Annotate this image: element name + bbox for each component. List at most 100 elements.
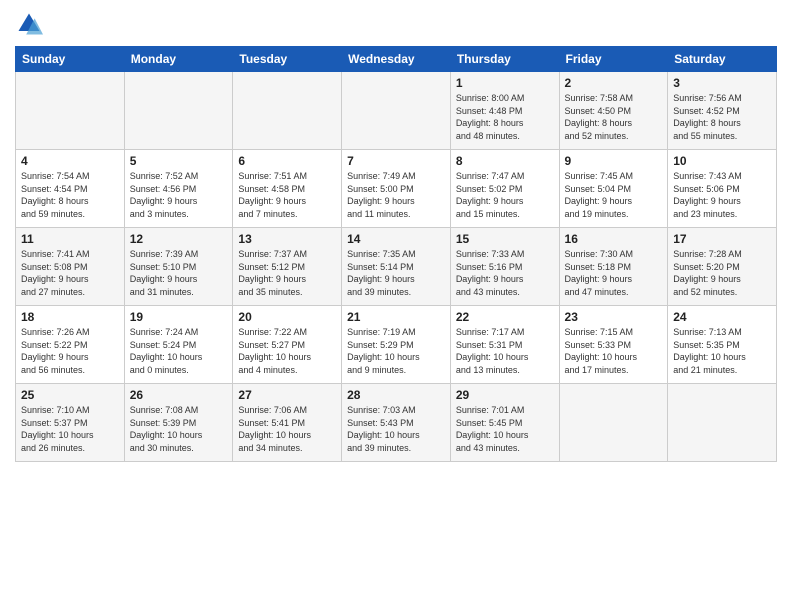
- calendar-cell: 8 Sunrise: 7:47 AM Sunset: 5:02 PM Daylig…: [450, 150, 559, 228]
- day-info: Sunrise: 7:08 AM Sunset: 5:39 PM Dayligh…: [130, 404, 228, 454]
- day-number: 22: [456, 310, 554, 324]
- day-info: Sunrise: 8:00 AM Sunset: 4:48 PM Dayligh…: [456, 92, 554, 142]
- day-info: Sunrise: 7:22 AM Sunset: 5:27 PM Dayligh…: [238, 326, 336, 376]
- day-info: Sunrise: 7:28 AM Sunset: 5:20 PM Dayligh…: [673, 248, 771, 298]
- day-info: Sunrise: 7:54 AM Sunset: 4:54 PM Dayligh…: [21, 170, 119, 220]
- calendar-week-2: 11 Sunrise: 7:41 AM Sunset: 5:08 PM Dayli…: [16, 228, 777, 306]
- calendar-cell: 5Sunrise: 7:52 AM Sunset: 4:56 PM Daylig…: [124, 150, 233, 228]
- day-number: 28: [347, 388, 445, 402]
- calendar-header: SundayMondayTuesdayWednesdayThursdayFrid…: [16, 47, 777, 72]
- calendar-week-4: 25 Sunrise: 7:10 AM Sunset: 5:37 PM Dayli…: [16, 384, 777, 462]
- header-day-thursday: Thursday: [450, 47, 559, 72]
- day-info: Sunrise: 7:35 AM Sunset: 5:14 PM Dayligh…: [347, 248, 445, 298]
- calendar-cell: [124, 72, 233, 150]
- day-info: Sunrise: 7:24 AM Sunset: 5:24 PM Dayligh…: [130, 326, 228, 376]
- header-day-wednesday: Wednesday: [342, 47, 451, 72]
- header-day-monday: Monday: [124, 47, 233, 72]
- day-info: Sunrise: 7:39 AM Sunset: 5:10 PM Dayligh…: [130, 248, 228, 298]
- day-number: 25: [21, 388, 119, 402]
- day-number: 26: [130, 388, 228, 402]
- calendar-cell: 21Sunrise: 7:19 AM Sunset: 5:29 PM Dayli…: [342, 306, 451, 384]
- calendar-cell: 28 Sunrise: 7:03 AM Sunset: 5:43 PM Dayli…: [342, 384, 451, 462]
- day-number: 10: [673, 154, 771, 168]
- day-number: 11: [21, 232, 119, 246]
- day-info: Sunrise: 7:45 AM Sunset: 5:04 PM Dayligh…: [565, 170, 663, 220]
- day-number: 29: [456, 388, 554, 402]
- calendar-cell: 16 Sunrise: 7:30 AM Sunset: 5:18 PM Dayli…: [559, 228, 668, 306]
- day-info: Sunrise: 7:43 AM Sunset: 5:06 PM Dayligh…: [673, 170, 771, 220]
- calendar-cell: 22 Sunrise: 7:17 AM Sunset: 5:31 PM Dayli…: [450, 306, 559, 384]
- day-number: 19: [130, 310, 228, 324]
- day-number: 21: [347, 310, 445, 324]
- calendar-cell: 6 Sunrise: 7:51 AM Sunset: 4:58 PM Daylig…: [233, 150, 342, 228]
- calendar-cell: [16, 72, 125, 150]
- calendar-cell: 14 Sunrise: 7:35 AM Sunset: 5:14 PM Dayli…: [342, 228, 451, 306]
- calendar-cell: 12 Sunrise: 7:39 AM Sunset: 5:10 PM Dayli…: [124, 228, 233, 306]
- day-number: 14: [347, 232, 445, 246]
- day-number: 7: [347, 154, 445, 168]
- calendar-cell: 29 Sunrise: 7:01 AM Sunset: 5:45 PM Dayli…: [450, 384, 559, 462]
- calendar-cell: 1 Sunrise: 8:00 AM Sunset: 4:48 PM Daylig…: [450, 72, 559, 150]
- day-number: 12: [130, 232, 228, 246]
- day-info: Sunrise: 7:47 AM Sunset: 5:02 PM Dayligh…: [456, 170, 554, 220]
- day-number: 1: [456, 76, 554, 90]
- day-number: 17: [673, 232, 771, 246]
- calendar-cell: 20 Sunrise: 7:22 AM Sunset: 5:27 PM Dayli…: [233, 306, 342, 384]
- day-number: 13: [238, 232, 336, 246]
- day-number: 3: [673, 76, 771, 90]
- day-number: 24: [673, 310, 771, 324]
- calendar-cell: 11 Sunrise: 7:41 AM Sunset: 5:08 PM Dayli…: [16, 228, 125, 306]
- calendar-cell: 15 Sunrise: 7:33 AM Sunset: 5:16 PM Dayli…: [450, 228, 559, 306]
- calendar-cell: 25 Sunrise: 7:10 AM Sunset: 5:37 PM Dayli…: [16, 384, 125, 462]
- day-info: Sunrise: 7:30 AM Sunset: 5:18 PM Dayligh…: [565, 248, 663, 298]
- day-info: Sunrise: 7:10 AM Sunset: 5:37 PM Dayligh…: [21, 404, 119, 454]
- day-number: 4: [21, 154, 119, 168]
- day-number: 8: [456, 154, 554, 168]
- header-day-friday: Friday: [559, 47, 668, 72]
- day-number: 20: [238, 310, 336, 324]
- day-info: Sunrise: 7:37 AM Sunset: 5:12 PM Dayligh…: [238, 248, 336, 298]
- day-info: Sunrise: 7:17 AM Sunset: 5:31 PM Dayligh…: [456, 326, 554, 376]
- day-info: Sunrise: 7:01 AM Sunset: 5:45 PM Dayligh…: [456, 404, 554, 454]
- calendar-table: SundayMondayTuesdayWednesdayThursdayFrid…: [15, 46, 777, 462]
- day-number: 5: [130, 154, 228, 168]
- calendar-cell: 2Sunrise: 7:58 AM Sunset: 4:50 PM Daylig…: [559, 72, 668, 150]
- calendar-week-1: 4 Sunrise: 7:54 AM Sunset: 4:54 PM Daylig…: [16, 150, 777, 228]
- day-number: 18: [21, 310, 119, 324]
- calendar-cell: 7 Sunrise: 7:49 AM Sunset: 5:00 PM Daylig…: [342, 150, 451, 228]
- day-info: Sunrise: 7:15 AM Sunset: 5:33 PM Dayligh…: [565, 326, 663, 376]
- calendar-cell: 10 Sunrise: 7:43 AM Sunset: 5:06 PM Dayli…: [668, 150, 777, 228]
- day-number: 9: [565, 154, 663, 168]
- logo-icon: [15, 10, 43, 38]
- day-info: Sunrise: 7:03 AM Sunset: 5:43 PM Dayligh…: [347, 404, 445, 454]
- calendar-cell: [342, 72, 451, 150]
- header-row: SundayMondayTuesdayWednesdayThursdayFrid…: [16, 47, 777, 72]
- calendar-cell: [668, 384, 777, 462]
- day-info: Sunrise: 7:41 AM Sunset: 5:08 PM Dayligh…: [21, 248, 119, 298]
- day-info: Sunrise: 7:13 AM Sunset: 5:35 PM Dayligh…: [673, 326, 771, 376]
- day-info: Sunrise: 7:26 AM Sunset: 5:22 PM Dayligh…: [21, 326, 119, 376]
- calendar-cell: 18 Sunrise: 7:26 AM Sunset: 5:22 PM Dayli…: [16, 306, 125, 384]
- calendar-cell: 26 Sunrise: 7:08 AM Sunset: 5:39 PM Dayli…: [124, 384, 233, 462]
- day-info: Sunrise: 7:56 AM Sunset: 4:52 PM Dayligh…: [673, 92, 771, 142]
- calendar-cell: 24 Sunrise: 7:13 AM Sunset: 5:35 PM Dayli…: [668, 306, 777, 384]
- day-info: Sunrise: 7:58 AM Sunset: 4:50 PM Dayligh…: [565, 92, 663, 142]
- day-info: Sunrise: 7:06 AM Sunset: 5:41 PM Dayligh…: [238, 404, 336, 454]
- page-container: SundayMondayTuesdayWednesdayThursdayFrid…: [0, 0, 792, 467]
- calendar-cell: 13 Sunrise: 7:37 AM Sunset: 5:12 PM Dayli…: [233, 228, 342, 306]
- day-number: 27: [238, 388, 336, 402]
- day-number: 23: [565, 310, 663, 324]
- day-number: 6: [238, 154, 336, 168]
- day-number: 15: [456, 232, 554, 246]
- calendar-cell: 3 Sunrise: 7:56 AM Sunset: 4:52 PM Daylig…: [668, 72, 777, 150]
- day-info: Sunrise: 7:33 AM Sunset: 5:16 PM Dayligh…: [456, 248, 554, 298]
- calendar-cell: [559, 384, 668, 462]
- calendar-week-3: 18 Sunrise: 7:26 AM Sunset: 5:22 PM Dayli…: [16, 306, 777, 384]
- day-info: Sunrise: 7:49 AM Sunset: 5:00 PM Dayligh…: [347, 170, 445, 220]
- calendar-week-0: 1 Sunrise: 8:00 AM Sunset: 4:48 PM Daylig…: [16, 72, 777, 150]
- day-number: 16: [565, 232, 663, 246]
- calendar-cell: 27 Sunrise: 7:06 AM Sunset: 5:41 PM Dayli…: [233, 384, 342, 462]
- header-day-saturday: Saturday: [668, 47, 777, 72]
- calendar-cell: 23 Sunrise: 7:15 AM Sunset: 5:33 PM Dayli…: [559, 306, 668, 384]
- day-info: Sunrise: 7:51 AM Sunset: 4:58 PM Dayligh…: [238, 170, 336, 220]
